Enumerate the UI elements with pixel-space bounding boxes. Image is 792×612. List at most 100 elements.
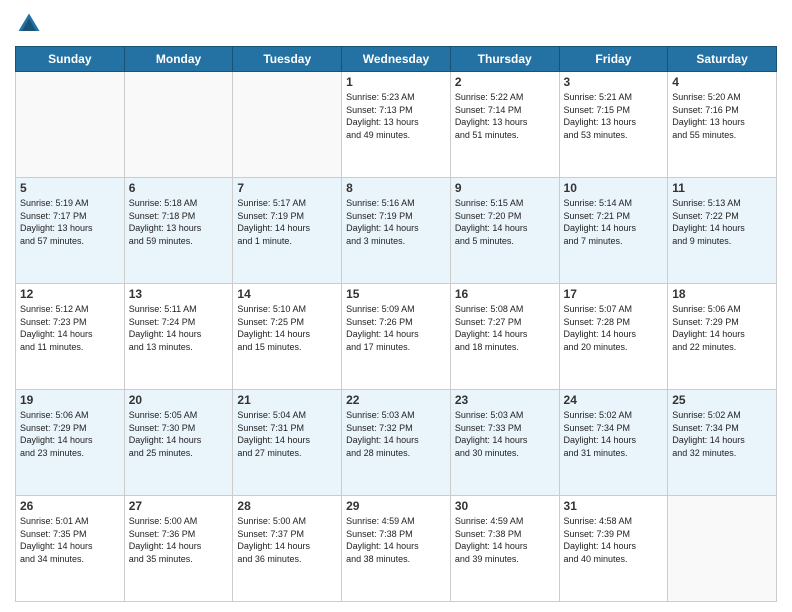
day-info: Sunrise: 5:09 AM Sunset: 7:26 PM Dayligh… [346,303,446,353]
day-info: Sunrise: 5:19 AM Sunset: 7:17 PM Dayligh… [20,197,120,247]
calendar-header: SundayMondayTuesdayWednesdayThursdayFrid… [16,47,777,72]
calendar-cell-4-3: 21 Sunrise: 5:04 AM Sunset: 7:31 PM Dayli… [233,390,342,496]
weekday-header-saturday: Saturday [668,47,777,72]
day-info: Sunrise: 5:03 AM Sunset: 7:33 PM Dayligh… [455,409,555,459]
calendar-cell-1-5: 2 Sunrise: 5:22 AM Sunset: 7:14 PM Daylig… [450,72,559,178]
day-number: 12 [20,287,120,301]
day-info: Sunrise: 5:20 AM Sunset: 7:16 PM Dayligh… [672,91,772,141]
day-info: Sunrise: 5:18 AM Sunset: 7:18 PM Dayligh… [129,197,229,247]
day-number: 8 [346,181,446,195]
day-info: Sunrise: 5:22 AM Sunset: 7:14 PM Dayligh… [455,91,555,141]
day-number: 29 [346,499,446,513]
calendar-cell-5-5: 30 Sunrise: 4:59 AM Sunset: 7:38 PM Dayli… [450,496,559,602]
calendar-cell-4-7: 25 Sunrise: 5:02 AM Sunset: 7:34 PM Dayli… [668,390,777,496]
day-info: Sunrise: 5:06 AM Sunset: 7:29 PM Dayligh… [20,409,120,459]
calendar-cell-4-2: 20Sunrise: 5:05 AM Sunset: 7:30 PM Dayli… [124,390,233,496]
day-number: 24 [564,393,664,407]
day-info: Sunrise: 5:15 AM Sunset: 7:20 PM Dayligh… [455,197,555,247]
day-info: Sunrise: 4:58 AM Sunset: 7:39 PM Dayligh… [564,515,664,565]
calendar-cell-5-3: 28Sunrise: 5:00 AM Sunset: 7:37 PM Dayli… [233,496,342,602]
logo-icon [15,10,43,38]
calendar-cell-1-3 [233,72,342,178]
day-info: Sunrise: 5:01 AM Sunset: 7:35 PM Dayligh… [20,515,120,565]
calendar-cell-1-2 [124,72,233,178]
day-number: 6 [129,181,229,195]
day-info: Sunrise: 5:11 AM Sunset: 7:24 PM Dayligh… [129,303,229,353]
calendar-cell-3-4: 15 Sunrise: 5:09 AM Sunset: 7:26 PM Dayli… [342,284,451,390]
calendar-cell-3-1: 12 Sunrise: 5:12 AM Sunset: 7:23 PM Dayli… [16,284,125,390]
day-info: Sunrise: 5:10 AM Sunset: 7:25 PM Dayligh… [237,303,337,353]
day-number: 25 [672,393,772,407]
weekday-header-sunday: Sunday [16,47,125,72]
weekday-header-row: SundayMondayTuesdayWednesdayThursdayFrid… [16,47,777,72]
weekday-header-monday: Monday [124,47,233,72]
day-info: Sunrise: 5:05 AM Sunset: 7:30 PM Dayligh… [129,409,229,459]
calendar-week-1: 1 Sunrise: 5:23 AM Sunset: 7:13 PM Daylig… [16,72,777,178]
day-number: 16 [455,287,555,301]
calendar-cell-1-6: 3 Sunrise: 5:21 AM Sunset: 7:15 PM Daylig… [559,72,668,178]
day-number: 1 [346,75,446,89]
day-info: Sunrise: 5:17 AM Sunset: 7:19 PM Dayligh… [237,197,337,247]
calendar-table: SundayMondayTuesdayWednesdayThursdayFrid… [15,46,777,602]
day-info: Sunrise: 5:16 AM Sunset: 7:19 PM Dayligh… [346,197,446,247]
calendar-body: 1 Sunrise: 5:23 AM Sunset: 7:13 PM Daylig… [16,72,777,602]
day-number: 7 [237,181,337,195]
calendar-cell-5-4: 29 Sunrise: 4:59 AM Sunset: 7:38 PM Dayli… [342,496,451,602]
day-info: Sunrise: 5:21 AM Sunset: 7:15 PM Dayligh… [564,91,664,141]
day-number: 23 [455,393,555,407]
calendar-week-5: 26 Sunrise: 5:01 AM Sunset: 7:35 PM Dayli… [16,496,777,602]
day-info: Sunrise: 5:08 AM Sunset: 7:27 PM Dayligh… [455,303,555,353]
day-number: 9 [455,181,555,195]
day-number: 14 [237,287,337,301]
day-number: 30 [455,499,555,513]
calendar-cell-2-6: 10Sunrise: 5:14 AM Sunset: 7:21 PM Dayli… [559,178,668,284]
day-info: Sunrise: 5:00 AM Sunset: 7:36 PM Dayligh… [129,515,229,565]
weekday-header-thursday: Thursday [450,47,559,72]
day-info: Sunrise: 5:12 AM Sunset: 7:23 PM Dayligh… [20,303,120,353]
day-info: Sunrise: 5:03 AM Sunset: 7:32 PM Dayligh… [346,409,446,459]
day-number: 2 [455,75,555,89]
calendar-cell-4-1: 19Sunrise: 5:06 AM Sunset: 7:29 PM Dayli… [16,390,125,496]
calendar-cell-2-4: 8 Sunrise: 5:16 AM Sunset: 7:19 PM Daylig… [342,178,451,284]
day-info: Sunrise: 5:14 AM Sunset: 7:21 PM Dayligh… [564,197,664,247]
day-number: 13 [129,287,229,301]
calendar-cell-1-7: 4 Sunrise: 5:20 AM Sunset: 7:16 PM Daylig… [668,72,777,178]
calendar-week-4: 19Sunrise: 5:06 AM Sunset: 7:29 PM Dayli… [16,390,777,496]
day-number: 31 [564,499,664,513]
calendar-cell-4-6: 24 Sunrise: 5:02 AM Sunset: 7:34 PM Dayli… [559,390,668,496]
day-number: 3 [564,75,664,89]
header [15,10,777,38]
calendar-cell-2-5: 9 Sunrise: 5:15 AM Sunset: 7:20 PM Daylig… [450,178,559,284]
day-info: Sunrise: 5:02 AM Sunset: 7:34 PM Dayligh… [564,409,664,459]
day-info: Sunrise: 5:02 AM Sunset: 7:34 PM Dayligh… [672,409,772,459]
day-number: 21 [237,393,337,407]
weekday-header-wednesday: Wednesday [342,47,451,72]
day-info: Sunrise: 5:13 AM Sunset: 7:22 PM Dayligh… [672,197,772,247]
calendar-cell-1-4: 1 Sunrise: 5:23 AM Sunset: 7:13 PM Daylig… [342,72,451,178]
calendar-cell-5-1: 26 Sunrise: 5:01 AM Sunset: 7:35 PM Dayli… [16,496,125,602]
day-number: 4 [672,75,772,89]
day-info: Sunrise: 5:23 AM Sunset: 7:13 PM Dayligh… [346,91,446,141]
day-info: Sunrise: 4:59 AM Sunset: 7:38 PM Dayligh… [455,515,555,565]
calendar-week-2: 5Sunrise: 5:19 AM Sunset: 7:17 PM Daylig… [16,178,777,284]
calendar-cell-2-3: 7 Sunrise: 5:17 AM Sunset: 7:19 PM Daylig… [233,178,342,284]
page: SundayMondayTuesdayWednesdayThursdayFrid… [0,0,792,612]
day-number: 26 [20,499,120,513]
day-number: 22 [346,393,446,407]
day-info: Sunrise: 4:59 AM Sunset: 7:38 PM Dayligh… [346,515,446,565]
calendar-week-3: 12 Sunrise: 5:12 AM Sunset: 7:23 PM Dayli… [16,284,777,390]
day-info: Sunrise: 5:06 AM Sunset: 7:29 PM Dayligh… [672,303,772,353]
day-info: Sunrise: 5:04 AM Sunset: 7:31 PM Dayligh… [237,409,337,459]
calendar-cell-2-1: 5Sunrise: 5:19 AM Sunset: 7:17 PM Daylig… [16,178,125,284]
day-info: Sunrise: 5:07 AM Sunset: 7:28 PM Dayligh… [564,303,664,353]
calendar-cell-2-2: 6 Sunrise: 5:18 AM Sunset: 7:18 PM Daylig… [124,178,233,284]
calendar-cell-5-7 [668,496,777,602]
calendar-cell-3-7: 18Sunrise: 5:06 AM Sunset: 7:29 PM Dayli… [668,284,777,390]
calendar-cell-3-6: 17Sunrise: 5:07 AM Sunset: 7:28 PM Dayli… [559,284,668,390]
weekday-header-tuesday: Tuesday [233,47,342,72]
weekday-header-friday: Friday [559,47,668,72]
day-number: 15 [346,287,446,301]
calendar-cell-3-2: 13 Sunrise: 5:11 AM Sunset: 7:24 PM Dayli… [124,284,233,390]
calendar-cell-5-2: 27 Sunrise: 5:00 AM Sunset: 7:36 PM Dayli… [124,496,233,602]
day-number: 27 [129,499,229,513]
